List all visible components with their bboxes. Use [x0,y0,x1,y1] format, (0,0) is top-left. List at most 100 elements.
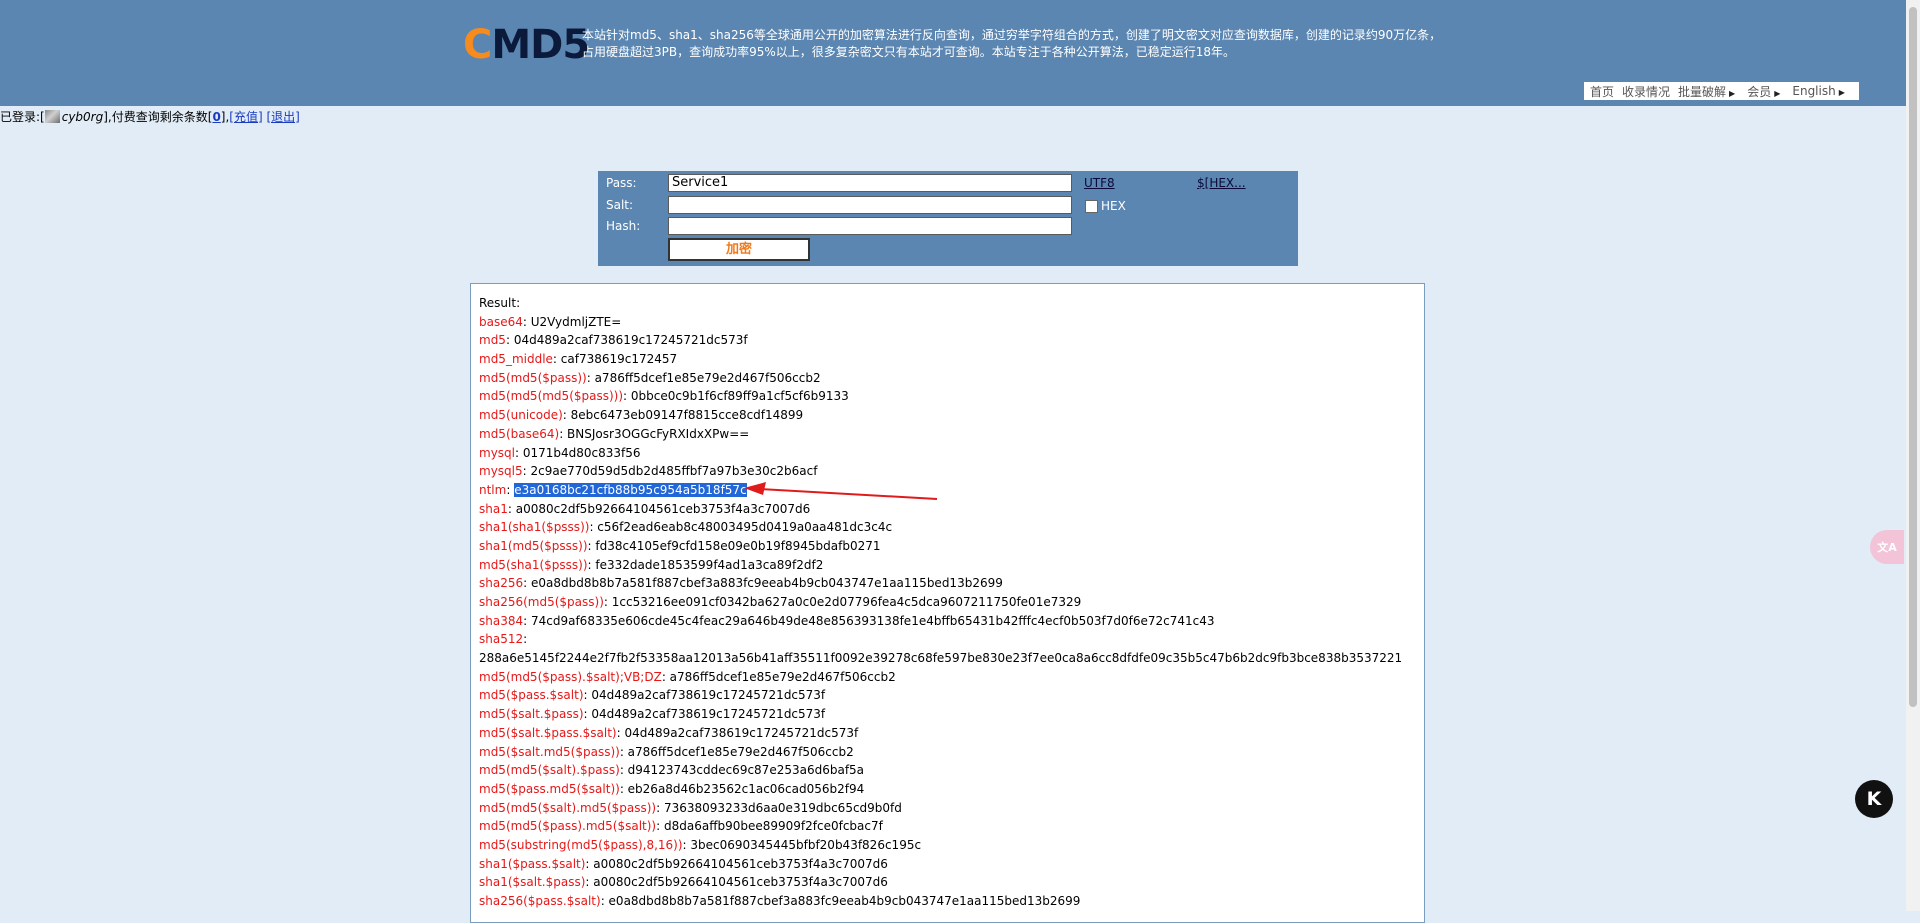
result-value[interactable]: 73638093233d6aa0e319dbc65cd9b0fd [664,801,902,815]
encrypt-form: Pass: Service1 UTF8 $[HEX... Salt: HEX H… [598,171,1298,266]
nav-batch[interactable]: 批量破解 ▶ [1678,83,1739,100]
result-row: md5_middle: caf738619c172457 [479,350,1424,369]
result-key: md5_middle [479,352,553,367]
vertical-scrollbar[interactable] [1906,0,1920,911]
result-value[interactable]: e0a8dbd8b8b7a581f887cbef3a883fc9eeab4b9c… [531,576,1003,590]
result-row: md5(md5($salt).$pass): d94123743cddec69c… [479,761,1424,780]
result-sep: : [523,632,528,647]
result-value[interactable]: caf738619c172457 [561,352,677,366]
result-sep: : [522,464,531,479]
result-value[interactable]: d8da6affb90bee89909f2fce0fcbac7f [664,819,883,833]
result-key: mysql [479,445,515,460]
result-value[interactable]: d94123743cddec69c87e253a6d6baf5a [628,763,864,777]
nav-member[interactable]: 会员 ▶ [1747,83,1784,100]
result-value[interactable]: 8ebc6473eb09147f8815cce8cdf14899 [571,408,804,422]
result-value[interactable]: a786ff5dcef1e85e79e2d467f506ccb2 [595,371,821,385]
result-key: sha512 [479,632,524,647]
result-value[interactable]: a0080c2df5b92664104561ceb3753f4a3c7007d6 [593,875,888,889]
result-sep: : [619,763,628,778]
result-key: sha256(md5($pass)) [479,595,604,609]
result-row: mysql: 0171b4d80c833f56 [479,444,1424,463]
result-value[interactable]: 0bbce0c9b1f6cf89ff9a1cf5cf6b9133 [631,389,849,403]
result-row: md5(md5($pass).$salt);VB;DZ: a786ff5dcef… [479,668,1424,687]
result-row: sha384: 74cd9af68335e606cde45c4feac29a64… [479,612,1424,631]
result-value[interactable]: 0171b4d80c833f56 [523,446,641,460]
result-row: ntlm: e3a0168bc21cfb88b95c954a5b18f57c [479,481,1424,500]
top-nav: 首页 收录情况 批量破解 ▶ 会员 ▶ English ▶ [1584,82,1859,100]
result-row: md5(unicode): 8ebc6473eb09147f8815cce8cd… [479,406,1424,425]
result-key: md5(md5($pass).md5($salt)) [479,819,657,834]
utf8-link[interactable]: UTF8 [1084,176,1115,190]
result-sep: : [559,426,568,441]
site-header: CMD5 本站针对md5、sha1、sha256等全球通用公开的加密算法进行反向… [0,0,1906,106]
result-list: base64: U2VydmljZTE= md5: 04d489a2caf7386… [479,313,1424,911]
hex-checkbox-label: HEX [1101,199,1126,213]
cmd5-logo[interactable]: CMD5 [463,20,590,70]
result-value[interactable]: 04d489a2caf738619c17245721dc573f [514,333,748,347]
username: cyb0rg [61,110,104,124]
result-value[interactable]: c56f2ead6eab8c48003495d0419a0aa481dc3c4c [597,520,892,534]
result-value[interactable]: BNSJosr3OGGcFyRXIdxXPw== [567,427,749,441]
result-value[interactable]: 04d489a2caf738619c17245721dc573f [591,688,825,702]
result-sep: : [600,894,609,908]
scrollbar-thumb[interactable] [1909,7,1917,707]
result-value[interactable]: a0080c2df5b92664104561ceb3753f4a3c7007d6 [516,502,811,516]
hash-input[interactable] [668,217,1072,235]
result-key: md5($salt.$pass.$salt) [479,725,617,740]
result-value[interactable]: a0080c2df5b92664104561ceb3753f4a3c7007d6 [593,857,888,871]
quota-count-link[interactable]: 0 [212,110,220,124]
result-row: sha256($pass.$salt): e0a8dbd8b8b7a581f88… [479,892,1424,911]
encrypt-button[interactable]: 加密 [668,238,810,261]
result-sep: : [523,576,531,591]
salt-label: Salt: [606,198,634,212]
nav-home[interactable]: 首页 [1590,83,1614,100]
nav-collect[interactable]: 收录情况 [1622,83,1670,100]
result-row: md5(md5(md5($pass))): 0bbce0c9b1f6cf89ff… [479,387,1424,406]
result-sep: : [507,501,516,516]
result-sep: : [522,314,531,329]
result-value[interactable]: 04d489a2caf738619c17245721dc573f [624,726,858,740]
recharge-link[interactable]: [充值] [229,110,262,124]
result-row: md5(sha1($psss)): fe332dade1853599f4ad1a… [479,556,1424,575]
result-value[interactable]: fd38c4105ef9cfd158e09e0b19f8945bdafb0271 [595,539,880,553]
translate-icon[interactable]: 文A [1870,530,1904,564]
result-row: md5($salt.$pass): 04d489a2caf738619c1724… [479,705,1424,724]
result-sep: : [586,370,595,385]
result-value[interactable]: 2c9ae770d59d5db2d485ffbf7a97b3e30c2b6acf [531,464,818,478]
result-value[interactable]: 1cc53216ee091cf0342ba627a0c0e2d07796fea4… [612,595,1081,609]
result-value[interactable]: e3a0168bc21cfb88b95c954a5b18f57c [514,482,747,497]
result-sep: : [661,669,670,684]
result-key: md5(md5($pass).$salt);VB;DZ [479,669,662,684]
result-key: md5(md5(md5($pass))) [479,389,624,404]
result-key: md5(md5($pass)) [479,370,587,385]
result-value[interactable]: U2VydmljZTE= [531,315,622,329]
result-value[interactable]: fe332dade1853599f4ad1a3ca89f2df2 [595,558,823,572]
result-key: base64 [479,314,523,329]
logout-link[interactable]: [退出] [267,110,300,124]
hex-link[interactable]: $[HEX... [1197,176,1246,190]
result-value[interactable]: a786ff5dcef1e85e79e2d467f506ccb2 [628,745,854,759]
result-value[interactable]: 04d489a2caf738619c17245721dc573f [591,707,825,721]
result-sep: : [656,819,664,834]
site-description-line1: 本站针对md5、sha1、sha256等全球通用公开的加密算法进行反向查询，通过… [582,28,1442,42]
nav-english[interactable]: English ▶ [1792,84,1849,98]
k-logo-icon[interactable]: K [1855,780,1893,818]
pass-input[interactable]: Service1 [668,174,1072,192]
result-key: md5(md5($salt).md5($pass)) [479,800,657,815]
result-value[interactable]: a786ff5dcef1e85e79e2d467f506ccb2 [670,670,896,684]
result-value[interactable]: eb26a8d46b23562c1ac06cad056b2f94 [628,782,865,796]
result-sep: : [515,445,523,460]
result-key: md5(md5($salt).$pass) [479,763,620,778]
result-key: md5(unicode) [479,408,563,423]
hex-checkbox[interactable]: HEX [1085,199,1126,213]
result-row: md5($pass.$salt): 04d489a2caf738619c1724… [479,686,1424,705]
result-row: md5($pass.md5($salt)): eb26a8d46b23562c1… [479,780,1424,799]
result-value[interactable]: 288a6e5145f2244e2f7fb2f53358aa12013a56b4… [479,651,1402,665]
result-value[interactable]: 3bec0690345445bfbf20b43f826c195c [690,838,921,852]
checkbox-icon[interactable] [1085,199,1098,213]
result-value[interactable]: 74cd9af68335e606cde45c4feac29a646b49de48… [531,614,1215,628]
result-row: md5(base64): BNSJosr3OGGcFyRXIdxXPw== [479,425,1424,444]
result-value[interactable]: e0a8dbd8b8b7a581f887cbef3a883fc9eeab4b9c… [609,894,1081,908]
salt-input[interactable] [668,196,1072,214]
result-key: md5($pass.md5($salt)) [479,781,620,796]
